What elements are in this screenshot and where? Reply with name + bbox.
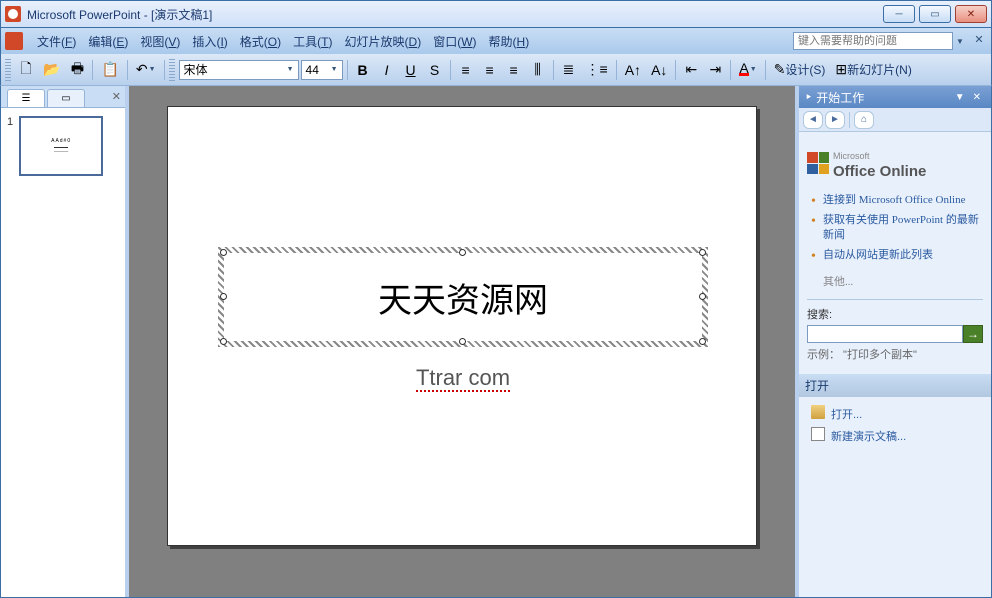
- align-distribute-button[interactable]: ⫼: [527, 59, 549, 81]
- app-icon: [5, 6, 21, 22]
- toolbar-grip-2[interactable]: [169, 59, 175, 81]
- close-pane-button[interactable]: ✕: [112, 90, 121, 103]
- print-button[interactable]: 🖶: [66, 59, 88, 81]
- bulleted-list-button[interactable]: ⋮≡: [582, 59, 612, 81]
- nav-back-button[interactable]: ◄: [803, 111, 823, 129]
- italic-button[interactable]: I: [376, 59, 398, 81]
- resize-handle[interactable]: [699, 249, 706, 256]
- toolbar-grip[interactable]: [5, 59, 11, 81]
- link-powerpoint-news[interactable]: 获取有关使用 PowerPoint 的最新新闻: [811, 210, 983, 245]
- outline-pane: ☰ ▭ ✕ 1 AAd#0 ─────: [1, 86, 129, 597]
- numbered-list-button[interactable]: ≣: [558, 59, 580, 81]
- new-slide-button[interactable]: ⊞新幻灯片(N): [831, 59, 915, 81]
- task-pane-header: ⯈ 开始工作 ▼ ✕: [799, 86, 991, 108]
- resize-handle[interactable]: [699, 293, 706, 300]
- menu-help[interactable]: 帮助(H): [483, 31, 536, 52]
- search-go-button[interactable]: →: [963, 325, 983, 343]
- menu-file[interactable]: 文件(F): [31, 31, 82, 52]
- font-size-select[interactable]: 44▼: [301, 60, 343, 80]
- task-pane: ⯈ 开始工作 ▼ ✕ ◄ ► ⌂ MicrosoftOffice Online …: [795, 86, 991, 597]
- task-pane-nav: ◄ ► ⌂: [799, 108, 991, 132]
- document-icon: [811, 427, 825, 441]
- new-presentation-link[interactable]: 新建演示文稿...: [811, 425, 983, 447]
- resize-handle[interactable]: [699, 338, 706, 345]
- increase-font-button[interactable]: A↑: [621, 59, 645, 81]
- help-dropdown-icon[interactable]: ▼: [953, 37, 967, 46]
- open-button[interactable]: 📂: [39, 59, 64, 81]
- title-bar: Microsoft PowerPoint - [演示文稿1] ─ ▭ ✕: [0, 0, 992, 28]
- link-connect-office[interactable]: 连接到 Microsoft Office Online: [811, 190, 983, 210]
- open-file-link[interactable]: 打开...: [811, 403, 983, 425]
- underline-button[interactable]: U: [400, 59, 422, 81]
- slide-title-text[interactable]: 天天资源网: [378, 273, 548, 322]
- open-section-header: 打开: [799, 374, 991, 397]
- new-button[interactable]: 🗋: [15, 59, 37, 81]
- maximize-button[interactable]: ▭: [919, 5, 951, 23]
- close-document-button[interactable]: ✕: [971, 33, 987, 49]
- menu-edit[interactable]: 编辑(E): [82, 31, 134, 52]
- align-left-button[interactable]: ≡: [455, 59, 477, 81]
- search-input[interactable]: [807, 325, 963, 343]
- chevron-down-icon[interactable]: ⯈: [805, 92, 812, 103]
- font-color-button[interactable]: A▼: [735, 59, 760, 81]
- nav-forward-button[interactable]: ►: [825, 111, 845, 129]
- slide-number: 1: [7, 116, 13, 176]
- office-online-logo: MicrosoftOffice Online: [807, 140, 983, 190]
- menu-format[interactable]: 格式(O): [234, 31, 287, 52]
- menu-view[interactable]: 视图(V): [134, 31, 186, 52]
- task-pane-close-button[interactable]: ✕: [969, 92, 985, 103]
- decrease-font-button[interactable]: A↓: [647, 59, 671, 81]
- nav-home-button[interactable]: ⌂: [854, 111, 874, 129]
- close-button[interactable]: ✕: [955, 5, 987, 23]
- link-update-list[interactable]: 自动从网站更新此列表: [811, 245, 983, 265]
- slide-thumbnail[interactable]: AAd#0 ─────: [19, 116, 103, 176]
- help-search-input[interactable]: [793, 32, 953, 50]
- slides-tab[interactable]: ▭: [47, 89, 85, 107]
- decrease-indent-button[interactable]: ⇤: [680, 59, 702, 81]
- subtitle-placeholder[interactable]: Ttrar com: [218, 365, 708, 391]
- task-pane-dropdown-button[interactable]: ▼: [951, 92, 969, 103]
- align-center-button[interactable]: ≡: [479, 59, 501, 81]
- minimize-button[interactable]: ─: [883, 5, 915, 23]
- align-right-button[interactable]: ≡: [503, 59, 525, 81]
- resize-handle[interactable]: [459, 249, 466, 256]
- shadow-button[interactable]: S: [424, 59, 446, 81]
- undo-button[interactable]: ↶▼: [132, 59, 160, 81]
- menu-tools[interactable]: 工具(T): [287, 31, 338, 52]
- font-name-select[interactable]: 宋体▼: [179, 60, 299, 80]
- menu-window[interactable]: 窗口(W): [427, 31, 482, 52]
- outline-tab[interactable]: ☰: [7, 89, 45, 107]
- design-button[interactable]: ✎设计(S): [770, 59, 830, 81]
- resize-handle[interactable]: [220, 293, 227, 300]
- bold-button[interactable]: B: [352, 59, 374, 81]
- resize-handle[interactable]: [220, 249, 227, 256]
- slide-subtitle-text[interactable]: Ttrar com: [416, 365, 510, 392]
- link-other[interactable]: 其他...: [807, 273, 983, 289]
- search-example-text: 示例： "打印多个副本": [807, 346, 983, 362]
- menu-bar: 文件(F) 编辑(E) 视图(V) 插入(I) 格式(O) 工具(T) 幻灯片放…: [0, 28, 992, 54]
- toolbar: 🗋 📂 🖶 📋 ↶▼ 宋体▼ 44▼ B I U S ≡ ≡ ≡ ⫼ ≣ ⋮≡ …: [0, 54, 992, 86]
- increase-indent-button[interactable]: ⇥: [704, 59, 726, 81]
- office-icon: [807, 152, 829, 174]
- folder-icon: [811, 405, 825, 419]
- powerpoint-icon[interactable]: [5, 32, 23, 50]
- slide-canvas[interactable]: 天天资源网 Ttrar com: [167, 106, 757, 546]
- window-title: Microsoft PowerPoint - [演示文稿1]: [27, 6, 883, 23]
- paste-button[interactable]: 📋: [97, 59, 122, 81]
- menu-insert[interactable]: 插入(I): [186, 31, 233, 52]
- slide-editor[interactable]: 天天资源网 Ttrar com: [129, 86, 795, 597]
- task-pane-title: 开始工作: [816, 89, 864, 106]
- title-placeholder[interactable]: 天天资源网: [218, 247, 708, 347]
- resize-handle[interactable]: [459, 338, 466, 345]
- menu-slideshow[interactable]: 幻灯片放映(D): [339, 31, 428, 52]
- search-label: 搜索:: [807, 309, 832, 321]
- resize-handle[interactable]: [220, 338, 227, 345]
